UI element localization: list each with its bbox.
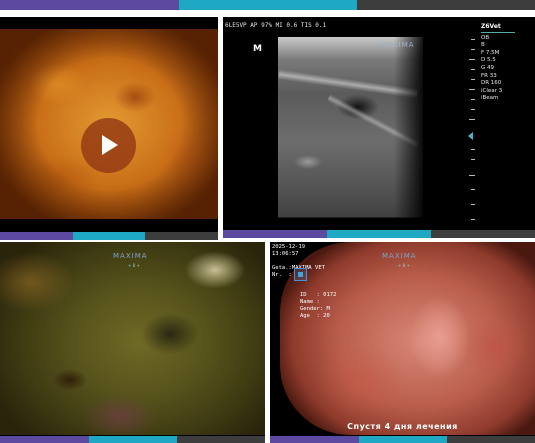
ultrasound-param: OB (481, 34, 490, 41)
ultrasound-mode-marker: M (253, 44, 262, 54)
scale-tick (471, 69, 475, 70)
ultrasound-image[interactable]: 6LE5VP AP 97% MI 0.6 TIS 0.1 M MAXIMA Z6… (223, 17, 535, 238)
tile-divider-stripe (223, 230, 535, 238)
scale-tick (471, 189, 475, 190)
stripe-segment-purple (0, 232, 73, 240)
ultrasound-param: G 49 (481, 64, 495, 71)
bottom-divider-stripe (270, 436, 535, 443)
scale-tick (471, 39, 475, 40)
stripe-segment-purple (0, 436, 89, 443)
stripe-segment-cyan (327, 230, 432, 238)
ultrasound-param: F 7.5M (481, 49, 500, 56)
endoscope-logo-sub: + 8 + (398, 263, 410, 268)
stripe-segment-cyan (358, 436, 447, 443)
ultrasound-param: iClear 3 (481, 87, 503, 94)
scale-tick (469, 59, 475, 60)
scale-tick (471, 99, 475, 100)
stripe-segment-gray (446, 436, 535, 443)
ultrasound-param: D 5.5 (481, 57, 496, 64)
ultrasound-depth-scale (461, 39, 475, 224)
play-button[interactable] (81, 118, 136, 173)
ultrasound-header: 6LE5VP AP 97% MI 0.6 TIS 0.1 (225, 22, 327, 29)
scale-tick (471, 204, 475, 205)
endoscopy-image-before[interactable]: MAXIMA + 8 + (0, 242, 265, 443)
stripe-segment-gray (145, 232, 218, 240)
stripe-segment-cyan (178, 0, 357, 10)
ultrasound-scan-edge (278, 37, 423, 227)
scale-tick (471, 159, 475, 160)
stripe-segment-gray (356, 0, 535, 10)
scale-tick (471, 149, 475, 150)
device-status-icon (294, 268, 307, 281)
endoscope-logo-sub: + 8 + (128, 263, 140, 268)
ultrasound-param: DR 160 (481, 80, 502, 87)
ultrasound-logo: MAXIMA (380, 41, 415, 49)
tile-divider-stripe (0, 232, 218, 240)
focus-pointer-icon (468, 132, 473, 140)
video-thumbnail-endoscopy[interactable] (0, 17, 218, 238)
scale-tick (469, 175, 475, 176)
bottom-divider-stripe (0, 436, 265, 443)
scale-tick (471, 219, 475, 220)
ultrasound-param: B (481, 42, 485, 49)
endoscope-logo: MAXIMA (113, 252, 148, 260)
scale-tick (471, 79, 475, 80)
endoscope-logo: MAXIMA (382, 252, 417, 260)
image-caption: Спустя 4 дня лечения (347, 422, 458, 431)
ultrasound-param: iBeam (481, 95, 499, 102)
ultrasound-brand: Z6Vet (481, 23, 501, 30)
stripe-segment-gray (176, 436, 265, 443)
scale-tick (469, 119, 475, 120)
scale-tick (469, 89, 475, 90)
stripe-segment-gray (431, 230, 535, 238)
stripe-segment-cyan (88, 436, 177, 443)
stripe-segment-cyan (72, 232, 146, 240)
stripe-segment-purple (223, 230, 328, 238)
stripe-segment-purple (270, 436, 359, 443)
endoscopy-photo (0, 242, 265, 435)
top-divider-stripe (0, 0, 535, 10)
endoscopy-image-after[interactable]: 2025-12-19 13:06:57 Geta.:MAXIMA VET Nr.… (270, 242, 535, 443)
ultrasound-param: FR 33 (481, 72, 497, 79)
play-icon (102, 135, 118, 155)
scale-tick (471, 109, 475, 110)
ultrasound-parameter-panel: Z6Vet OB B F 7.5M D 5.5 G 49 FR 33 DR 16… (481, 23, 535, 103)
patient-info: ID : 0172 Name : Gender: M Age : 20 (300, 292, 337, 319)
scale-tick (471, 49, 475, 50)
stripe-segment-purple (0, 0, 179, 10)
